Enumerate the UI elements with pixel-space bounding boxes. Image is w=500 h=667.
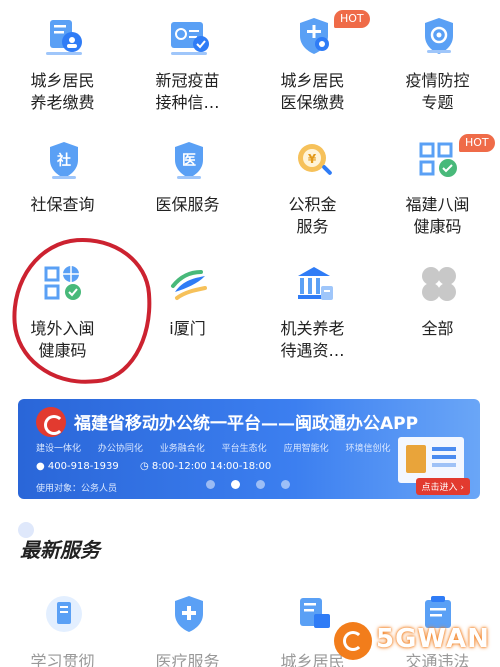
tile-label-line: 专题 [421, 93, 454, 112]
hot-badge: HOT [334, 10, 370, 28]
medical-shield-icon: 医 [175, 142, 203, 179]
banner-tag: 建设一体化 [36, 444, 82, 454]
tile-label-line: 城乡居民 [30, 71, 95, 90]
svg-text:社: 社 [56, 152, 71, 169]
banner-tags: 建设一体化 办公协同化 业务融合化 平台生态化 应用智能化 环境信创化 [36, 441, 404, 454]
svg-text:医: 医 [182, 153, 196, 169]
social-security-shield-icon: 社 [50, 142, 78, 179]
clock-icon: ◷ [140, 461, 152, 472]
mintongtong-logo-icon [36, 407, 66, 437]
government-building-icon [298, 267, 333, 300]
banner-tag: 环境信创化 [345, 444, 391, 454]
banner-tag: 应用智能化 [283, 444, 329, 454]
latest-item-study[interactable]: 学习贯彻 [0, 590, 125, 667]
tile-social-security-query[interactable]: 社 社保查询 [0, 124, 125, 244]
epidemic-shield-icon [425, 18, 453, 54]
banner-enter-button[interactable]: 点击进入 › [415, 478, 470, 495]
tile-label-line: 养老缴费 [30, 93, 95, 112]
tile-label-line: 新冠疫苗 [155, 71, 220, 90]
svg-text:¥: ¥ [308, 152, 317, 166]
tile-label-line: 疫情防控 [405, 71, 470, 90]
phone-icon: ● [36, 461, 48, 472]
phone-number: 400-918-1939 [47, 461, 119, 472]
rural-resident-icon [300, 598, 330, 628]
pager-dot[interactable] [206, 480, 215, 489]
tile-pension-payment[interactable]: 城乡居民 养老缴费 [0, 0, 125, 120]
tile-epidemic-prevention[interactable]: 疫情防控 专题 [375, 0, 500, 120]
tile-agency-pension[interactable]: 机关养老待遇资… [250, 248, 375, 368]
medical-insurance-shield-icon [300, 18, 329, 54]
tile-vaccine-info[interactable]: 新冠疫苗接种信… [125, 0, 250, 120]
tile-label-line: 社保查询 [30, 195, 95, 214]
latest-services-title: 最新服务 [20, 538, 100, 562]
tile-label-line: 医保缴费 [280, 93, 345, 112]
tile-label-line: 服务 [296, 217, 329, 236]
banner-phone: ● 400-918-1939 [36, 461, 119, 472]
pager-dot[interactable] [281, 480, 290, 489]
hot-badge: HOT [459, 134, 495, 152]
tile-label-line: 城乡居民 [280, 71, 345, 90]
health-code-icon [419, 142, 457, 177]
tile-label-line: 公积金 [288, 195, 337, 214]
banner-tag: 办公协同化 [97, 444, 143, 454]
tile-label-line: 待遇资… [280, 341, 345, 360]
banner-hours: ◷ 8:00-12:00 14:00-18:00 [140, 461, 271, 472]
tile-all[interactable]: 全部 [375, 248, 500, 368]
vaccine-icon [171, 22, 209, 55]
study-icon [46, 596, 82, 632]
medical-service-icon [175, 596, 203, 632]
ixiamen-logo-icon [171, 270, 207, 300]
banner-title: 福建省移动办公统一平台——闽政通办公APP [74, 414, 419, 434]
tile-label-line: 健康码 [413, 217, 462, 236]
housing-fund-icon: ¥ [298, 144, 332, 175]
watermark-logo-icon [334, 622, 372, 660]
tile-medical-insurance-service[interactable]: 医 医保服务 [125, 124, 250, 244]
banner-audience: 使用对象：公务人员 [36, 484, 118, 494]
all-services-icon [422, 267, 456, 301]
tile-housing-fund[interactable]: ¥ 公积金服务 [250, 124, 375, 244]
dashboard-illustration-icon [398, 437, 464, 483]
pension-icon [46, 20, 82, 55]
tile-label-line: 福建八闽 [405, 195, 470, 214]
tile-medical-insurance-payment[interactable]: HOT 城乡居民医保缴费 [250, 0, 375, 120]
latest-item-label: 学习贯彻 [30, 652, 95, 667]
pager-dot[interactable] [256, 480, 265, 489]
latest-item-label: 医疗服务 [155, 652, 220, 667]
tile-label-line: 全部 [421, 319, 454, 338]
watermark-text: 5GWAN [376, 624, 490, 654]
hours-text: 8:00-12:00 14:00-18:00 [151, 461, 272, 472]
promo-banner[interactable]: 福建省移动办公统一平台——闽政通办公APP 建设一体化 办公协同化 业务融合化 … [18, 399, 480, 499]
tile-label-line: 接种信… [155, 93, 220, 112]
tile-fujian-health-code[interactable]: HOT 福建八闽健康码 [375, 124, 500, 244]
tile-label-line: 医保服务 [155, 195, 220, 214]
banner-tag: 平台生态化 [221, 444, 267, 454]
pager-dot-active[interactable] [231, 480, 240, 489]
tile-label-line: 机关养老 [280, 319, 345, 338]
site-watermark: 5GWAN [332, 618, 500, 664]
latest-item-medical[interactable]: 医疗服务 [125, 590, 250, 667]
banner-tag: 业务融合化 [159, 444, 205, 454]
